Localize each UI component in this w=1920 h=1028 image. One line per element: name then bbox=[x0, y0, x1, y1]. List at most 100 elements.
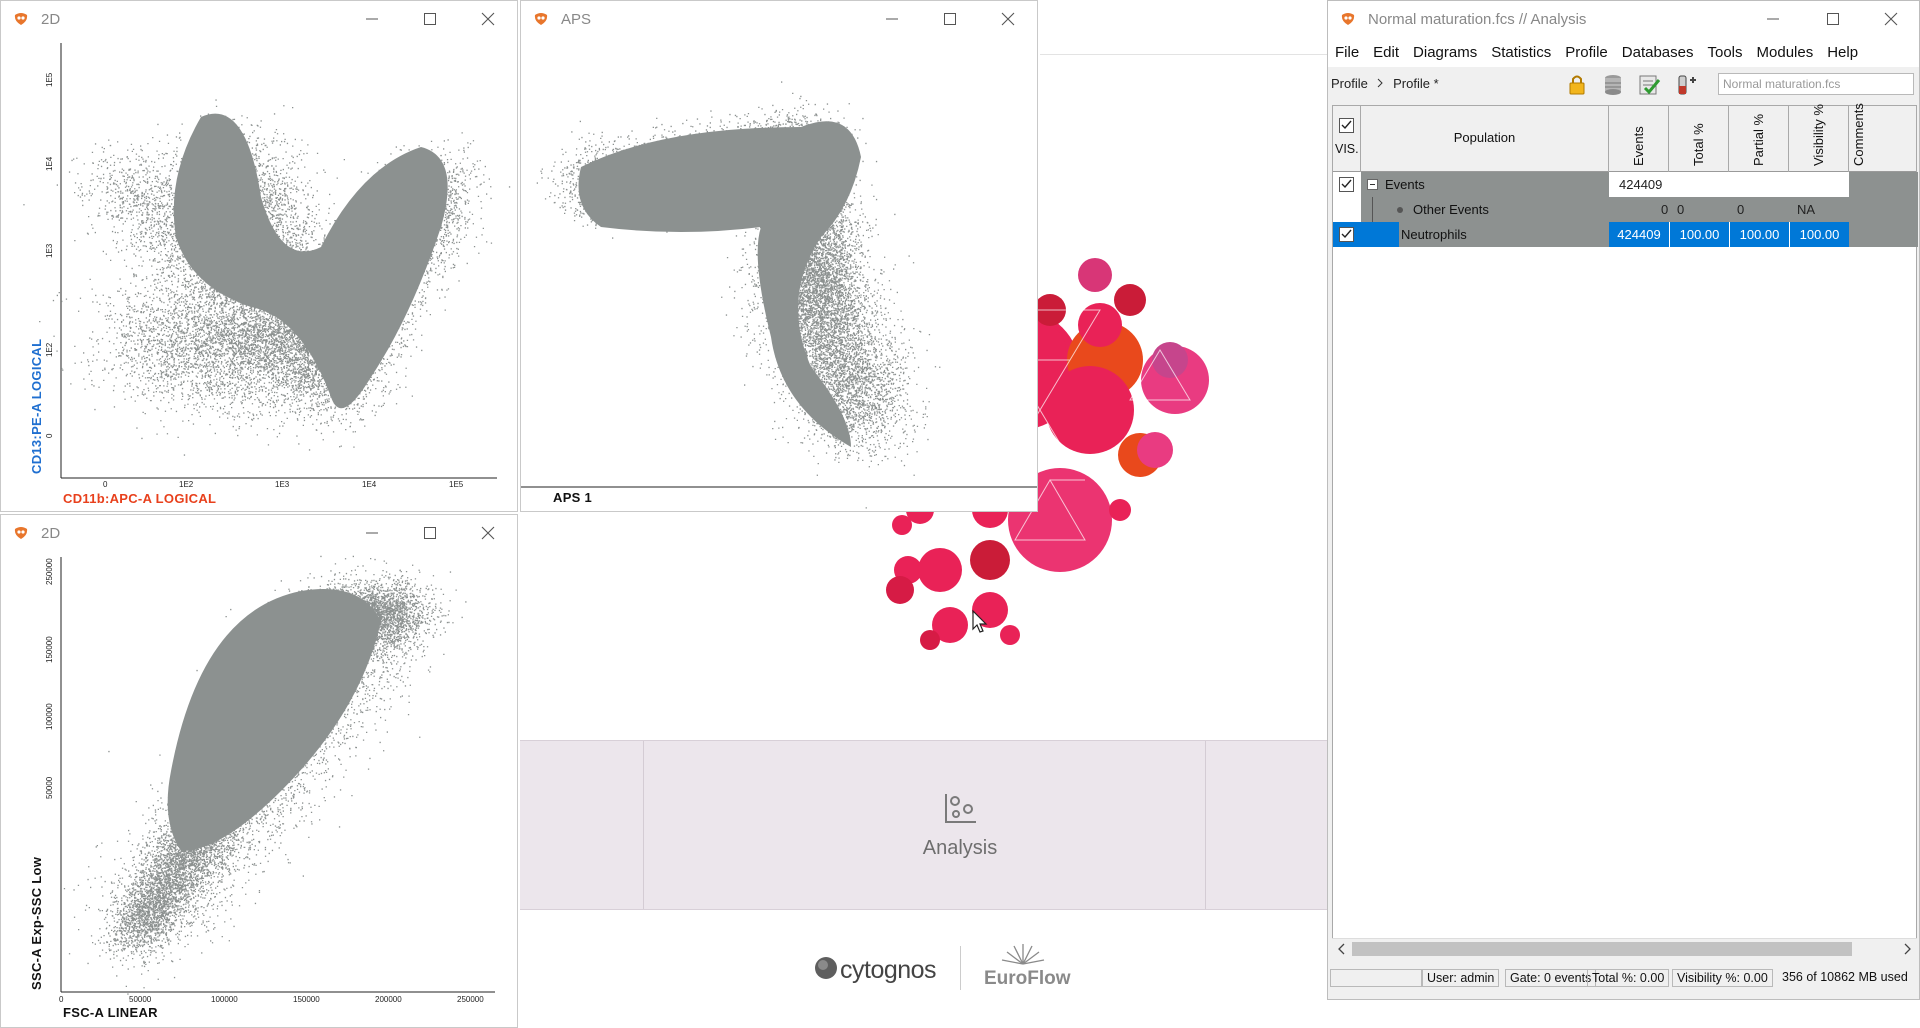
population-name: Other Events bbox=[1413, 202, 1489, 217]
events-value: 0 bbox=[1661, 202, 1669, 217]
comments-cell[interactable] bbox=[1849, 222, 1918, 247]
maximize-icon[interactable] bbox=[415, 7, 445, 31]
scatter-plot-cd11b-cd13[interactable] bbox=[1, 37, 517, 511]
menu-help[interactable]: Help bbox=[1820, 39, 1865, 61]
window-titlebar[interactable]: 2D bbox=[1, 515, 517, 551]
chevron-right-icon bbox=[1378, 78, 1384, 88]
population-cell[interactable]: Neutrophils bbox=[1399, 222, 1609, 247]
add-tube-icon[interactable] bbox=[1672, 72, 1698, 98]
window-title: 2D bbox=[41, 525, 61, 542]
y-tick: 250000 bbox=[45, 558, 54, 585]
minimize-icon[interactable] bbox=[877, 7, 907, 31]
row-checkbox[interactable] bbox=[1339, 227, 1354, 242]
menu-edit[interactable]: Edit bbox=[1366, 39, 1406, 61]
horizontal-scrollbar[interactable] bbox=[1332, 938, 1917, 958]
scrollbar-thumb[interactable] bbox=[1352, 942, 1852, 956]
table-row-events[interactable]: Events 424409 bbox=[1333, 172, 1918, 197]
analysis-module-card[interactable]: Analysis bbox=[880, 792, 1040, 872]
menu-tools[interactable]: Tools bbox=[1700, 39, 1749, 61]
scroll-left-icon[interactable] bbox=[1335, 942, 1349, 956]
x-axis-label[interactable]: FSC-A LINEAR bbox=[63, 1005, 158, 1020]
window-titlebar[interactable]: APS bbox=[521, 1, 1037, 37]
close-icon[interactable] bbox=[473, 521, 503, 545]
maximize-icon[interactable] bbox=[415, 521, 445, 545]
menu-profile[interactable]: Profile bbox=[1558, 39, 1615, 61]
table-row-other-events[interactable]: Other Events 0 0 0 NA bbox=[1333, 197, 1918, 222]
plot-window-2d-top[interactable]: 2D 0 1E2 1E3 1E4 1E5 1E5 1E4 1E3 1E2 0 C… bbox=[0, 0, 518, 512]
menu-bar: File Edit Diagrams Statistics Profile Databas… bbox=[1328, 39, 1919, 67]
column-visibility[interactable]: Visibility % bbox=[1789, 104, 1849, 172]
partial-value: 0 bbox=[1737, 202, 1745, 217]
column-vis[interactable]: VIS. bbox=[1333, 106, 1361, 172]
column-population-label: Population bbox=[1453, 130, 1516, 145]
breadcrumb-item[interactable]: Profile * bbox=[1393, 76, 1439, 91]
x-axis-label[interactable]: CD11b:APC-A LOGICAL bbox=[63, 491, 216, 506]
x-tick: 1E4 bbox=[362, 480, 377, 489]
column-partial[interactable]: Partial % bbox=[1729, 106, 1789, 172]
y-tick: 1E5 bbox=[45, 72, 54, 87]
database-icon[interactable] bbox=[1600, 72, 1626, 98]
scroll-right-icon[interactable] bbox=[1900, 942, 1914, 956]
vis-all-checkbox[interactable] bbox=[1339, 118, 1354, 133]
window-titlebar[interactable]: 2D bbox=[1, 1, 517, 37]
table-row-neutrophils[interactable]: Neutrophils 424409 100.00 100.00 100.00 bbox=[1333, 222, 1918, 247]
close-icon[interactable] bbox=[993, 7, 1023, 31]
population-cell[interactable]: Other Events bbox=[1361, 197, 1609, 222]
minimize-icon[interactable] bbox=[357, 7, 387, 31]
lock-icon[interactable] bbox=[1564, 72, 1590, 98]
toolbar: Profile Profile * Normal maturation.fcs bbox=[1328, 67, 1919, 101]
column-total[interactable]: Total % bbox=[1669, 106, 1729, 172]
window-titlebar[interactable]: Normal maturation.fcs // Analysis bbox=[1328, 1, 1919, 39]
file-select[interactable]: Normal maturation.fcs bbox=[1718, 73, 1914, 95]
analysis-window[interactable]: Normal maturation.fcs // Analysis File Ed… bbox=[1327, 0, 1920, 1000]
population-cell[interactable]: Events bbox=[1361, 172, 1609, 197]
y-axis-label[interactable]: SSC-A Exp-SSC Low bbox=[29, 857, 44, 990]
row-checkbox[interactable] bbox=[1339, 177, 1354, 192]
status-gate: Gate: 0 events bbox=[1505, 969, 1597, 987]
events-value: 424409 bbox=[1619, 177, 1663, 192]
close-icon[interactable] bbox=[473, 7, 503, 31]
minimize-icon[interactable] bbox=[357, 521, 387, 545]
euroflow-logo-text: EuroFlow bbox=[984, 968, 1071, 989]
menu-file[interactable]: File bbox=[1328, 39, 1366, 61]
comments-cell[interactable] bbox=[1849, 172, 1918, 197]
close-icon[interactable] bbox=[1876, 7, 1906, 31]
x-axis-label[interactable]: APS 1 bbox=[553, 490, 592, 505]
total-value: 100.00 bbox=[1669, 222, 1729, 247]
comments-cell[interactable] bbox=[1849, 197, 1918, 222]
x-tick: 1E2 bbox=[179, 480, 194, 489]
infinicyt-app-icon bbox=[1341, 13, 1355, 25]
euroflow-logo-icon bbox=[1001, 944, 1045, 965]
plot-window-aps[interactable]: APS APS 1 bbox=[520, 0, 1038, 512]
maximize-icon[interactable] bbox=[935, 7, 965, 31]
x-tick: 0 bbox=[59, 995, 64, 1004]
y-tick: 50000 bbox=[45, 776, 54, 799]
scatter-plot-fsc-ssc[interactable] bbox=[1, 551, 517, 1027]
infinicyt-app-icon bbox=[14, 527, 28, 539]
y-axis-label[interactable]: CD13:PE-A LOGICAL bbox=[29, 339, 44, 474]
visibility-value: NA bbox=[1797, 202, 1816, 217]
vis-cell[interactable] bbox=[1333, 222, 1361, 247]
column-comments[interactable]: Comments bbox=[1849, 103, 1918, 172]
menu-diagrams[interactable]: Diagrams bbox=[1406, 39, 1484, 61]
checklist-icon[interactable] bbox=[1636, 72, 1662, 98]
menu-modules[interactable]: Modules bbox=[1750, 39, 1821, 61]
status-user: User: admin bbox=[1422, 969, 1500, 987]
aps-plot[interactable] bbox=[521, 37, 1037, 511]
stats-cells: 424409 bbox=[1609, 172, 1849, 197]
plot-window-2d-bottom[interactable]: 2D 0 50000 100000 150000 200000 250000 2… bbox=[0, 514, 518, 1028]
breadcrumb-item[interactable]: Profile bbox=[1331, 76, 1368, 91]
menu-statistics[interactable]: Statistics bbox=[1484, 39, 1558, 61]
column-events[interactable]: Events bbox=[1609, 106, 1669, 172]
vis-cell[interactable] bbox=[1333, 197, 1361, 222]
x-tick: 1E3 bbox=[275, 480, 290, 489]
maximize-icon[interactable] bbox=[1818, 7, 1848, 31]
vis-cell[interactable] bbox=[1333, 172, 1361, 197]
column-total-label: Total % bbox=[1690, 123, 1706, 166]
population-table[interactable]: VIS. Population Events Total % Partial %… bbox=[1332, 103, 1918, 955]
column-population[interactable]: Population bbox=[1361, 106, 1609, 172]
color-swatch[interactable] bbox=[1361, 222, 1399, 247]
infinicyt-app-icon bbox=[534, 13, 548, 25]
menu-databases[interactable]: Databases bbox=[1615, 39, 1701, 61]
minimize-icon[interactable] bbox=[1758, 7, 1788, 31]
